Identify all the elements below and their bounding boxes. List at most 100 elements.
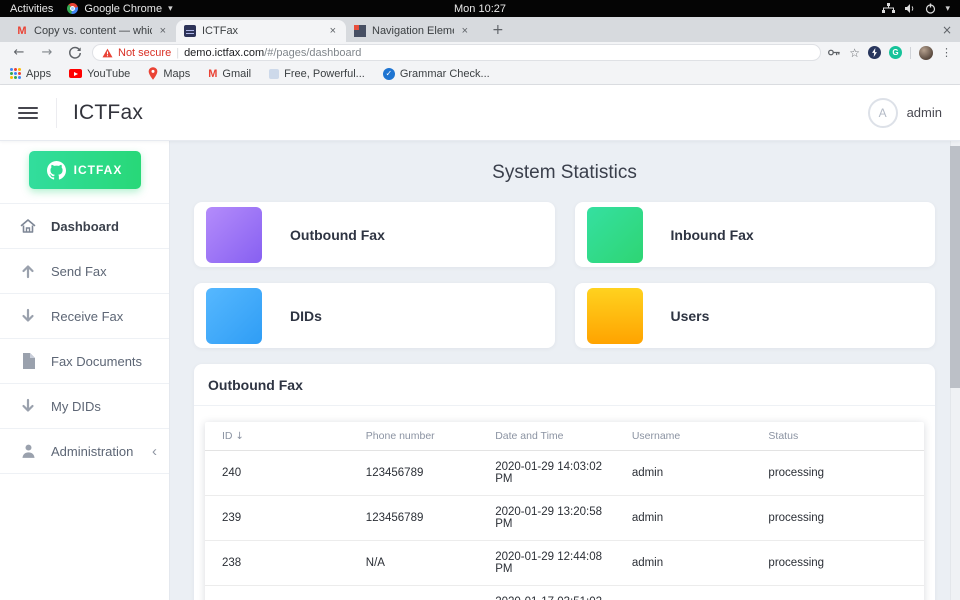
arrow-down-icon: [16, 308, 40, 324]
sidebar-toggle-icon[interactable]: [18, 106, 38, 119]
bookmark-label: Apps: [26, 67, 52, 80]
person-icon: [16, 443, 40, 460]
outbound-fax-card: Outbound Fax ID ↓ Phone number Date and T…: [194, 364, 935, 600]
stat-card-outbound-fax[interactable]: Outbound Fax: [194, 202, 555, 267]
app-brand[interactable]: ICTFax: [73, 101, 143, 125]
ictfax-button-label: ICTFAX: [73, 163, 123, 177]
main-content: System Statistics Outbound Fax Inbound F…: [170, 141, 960, 600]
cell-username: admin: [614, 585, 752, 600]
profile-avatar[interactable]: [919, 45, 933, 60]
cell-status: processing: [751, 495, 924, 541]
sidebar-item-receive-fax[interactable]: Receive Fax: [0, 294, 169, 339]
app-menu[interactable]: Google Chrome ▾: [67, 2, 173, 15]
url-path: /#/pages/dashboard: [264, 46, 362, 59]
suit-favicon: [354, 25, 366, 37]
sidebar-item-label: Administration: [51, 443, 134, 459]
app-menu-label: Google Chrome: [84, 2, 163, 15]
activities-button[interactable]: Activities: [10, 3, 53, 15]
bookmark-apps[interactable]: Apps: [10, 68, 51, 80]
key-icon[interactable]: [827, 46, 841, 59]
cell-datetime: 2020-01-29 12:44:08 PM: [478, 540, 615, 586]
header-divider: [56, 97, 57, 128]
ictfax-github-button[interactable]: ICTFAX: [28, 151, 141, 189]
maps-pin-icon: [148, 67, 158, 80]
chevron-down-icon[interactable]: ▾: [945, 4, 950, 14]
column-header-status[interactable]: Status: [751, 422, 924, 451]
cell-phone: 123456789: [348, 495, 479, 541]
url-text[interactable]: demo.ictfax.com/#/pages/dashboard: [184, 47, 361, 59]
stat-label: Users: [670, 307, 710, 324]
cell-status: processing: [751, 450, 924, 496]
bookmark-label: Free, Powerful...: [284, 67, 365, 80]
inbound-fax-icon: [586, 206, 643, 263]
card-title: Outbound Fax: [194, 364, 935, 406]
warning-icon: [102, 48, 113, 57]
table-row[interactable]: 239 123456789 2020-01-29 13:20:58 PM adm…: [205, 495, 924, 541]
network-icon[interactable]: [882, 3, 896, 14]
sidebar-item-label: Dashboard: [51, 218, 119, 234]
scrollbar-thumb[interactable]: [950, 146, 960, 388]
bookmark-gmail[interactable]: M Gmail: [208, 68, 251, 80]
browser-toolbar: ← → Not secure | demo.ictfax.com/#/pages…: [0, 42, 960, 63]
table-row[interactable]: 240 123456789 2020-01-29 14:03:02 PM adm…: [205, 450, 924, 496]
stat-card-users[interactable]: Users: [574, 283, 935, 348]
cell-id: 238: [205, 540, 349, 586]
tab-gmail-article[interactable]: M Copy vs. content — which ×: [8, 20, 176, 42]
sidebar-header: ICTFAX: [0, 141, 169, 204]
new-tab-button[interactable]: +: [486, 22, 510, 38]
stat-card-dids[interactable]: DIDs: [194, 283, 555, 348]
cell-id: 240: [205, 450, 349, 496]
tab-ictfax[interactable]: ICTFax ×: [176, 20, 346, 42]
column-header-id[interactable]: ID ↓: [205, 422, 349, 451]
column-header-username[interactable]: Username: [614, 422, 752, 451]
cell-username: admin: [614, 495, 752, 541]
sidebar-item-send-fax[interactable]: Send Fax: [0, 249, 169, 294]
gmail-icon: M: [208, 67, 218, 80]
chevron-left-icon[interactable]: ‹: [152, 443, 157, 460]
power-icon[interactable]: [925, 3, 936, 14]
bookmark-star-icon[interactable]: ☆: [849, 46, 860, 60]
bookmark-youtube[interactable]: YouTube: [69, 68, 130, 80]
tab-close-icon[interactable]: ×: [328, 25, 338, 37]
user-menu[interactable]: A admin: [867, 97, 942, 128]
column-header-phone[interactable]: Phone number: [348, 422, 479, 451]
reload-button[interactable]: [64, 46, 86, 60]
security-label[interactable]: Not secure: [118, 47, 171, 59]
table-row[interactable]: 62 8187868876 2020-01-17 03:51:02 AM adm…: [205, 585, 924, 600]
bookmark-grammar-check[interactable]: ✓ Grammar Check...: [382, 67, 490, 80]
ictfax-app: ICTFax A admin ICTFAX Dashboard Send Fax: [0, 85, 960, 600]
bookmark-maps[interactable]: Maps: [148, 67, 190, 80]
volume-icon[interactable]: [904, 3, 916, 14]
sidebar-item-administration[interactable]: Administration ‹: [0, 429, 169, 474]
stat-label: Inbound Fax: [670, 226, 754, 243]
grammarly-icon[interactable]: G: [889, 46, 902, 59]
tab-close-icon[interactable]: ×: [158, 25, 168, 37]
sidebar-item-label: My DIDs: [51, 398, 101, 414]
extension-icon[interactable]: [868, 46, 881, 59]
tab-navigation-elements[interactable]: Navigation Elements :: Suit ×: [346, 20, 478, 42]
sidebar-item-label: Send Fax: [51, 263, 107, 279]
tab-close-icon[interactable]: ×: [460, 25, 470, 37]
forward-button[interactable]: →: [36, 46, 58, 59]
address-bar[interactable]: Not secure | demo.ictfax.com/#/pages/das…: [92, 44, 822, 61]
page-title: System Statistics: [492, 162, 637, 183]
stat-label: DIDs: [290, 307, 322, 324]
sidebar-item-dashboard[interactable]: Dashboard: [0, 204, 169, 249]
tab-strip: M Copy vs. content — which × ICTFax × Na…: [0, 17, 960, 42]
bookmark-free-powerful[interactable]: Free, Powerful...: [269, 68, 365, 80]
browser-menu-icon[interactable]: ⋮: [941, 46, 952, 59]
sidebar-item-fax-documents[interactable]: Fax Documents: [0, 339, 169, 384]
file-icon: [16, 352, 40, 370]
window-close-icon[interactable]: ×: [942, 23, 952, 37]
table-row[interactable]: 238 N/A 2020-01-29 12:44:08 PM admin pro…: [205, 540, 924, 586]
stat-card-inbound-fax[interactable]: Inbound Fax: [574, 202, 935, 267]
page-scrollbar[interactable]: [950, 141, 960, 600]
github-icon: [46, 160, 66, 180]
bookmark-label: Maps: [163, 67, 191, 80]
column-header-datetime[interactable]: Date and Time: [478, 422, 615, 451]
gmail-icon: M: [17, 25, 27, 37]
sidebar-item-label: Receive Fax: [51, 308, 124, 324]
back-button[interactable]: ←: [8, 46, 30, 59]
dids-icon: [206, 287, 262, 344]
sidebar-item-my-dids[interactable]: My DIDs: [0, 384, 169, 429]
